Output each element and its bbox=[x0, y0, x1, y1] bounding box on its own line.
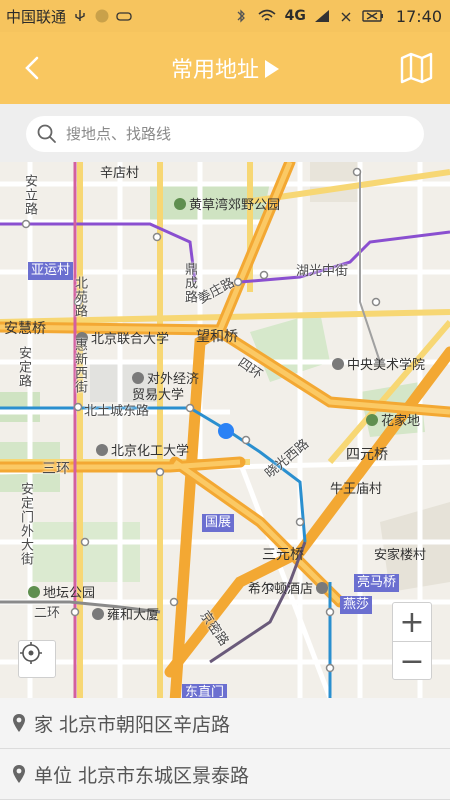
map-label: 安立路 bbox=[22, 174, 37, 216]
back-button[interactable] bbox=[14, 50, 50, 86]
poi-icon bbox=[316, 582, 329, 594]
map-label: 湖光中街 bbox=[296, 264, 349, 279]
poi-icon bbox=[92, 608, 104, 620]
poi-icon bbox=[132, 372, 144, 384]
search-bar bbox=[0, 104, 450, 162]
poi-icon bbox=[96, 444, 108, 456]
page-title[interactable]: 常用地址 bbox=[171, 52, 279, 84]
locate-button[interactable] bbox=[18, 640, 56, 678]
current-location-dot bbox=[218, 423, 234, 439]
station-label: 东直门 bbox=[182, 684, 228, 698]
map-label: 北土城东路 bbox=[84, 404, 150, 419]
map-label: 北京联合大学 bbox=[76, 328, 169, 347]
pin-icon bbox=[13, 714, 25, 732]
search-icon bbox=[37, 124, 56, 143]
gamepad-icon bbox=[116, 12, 132, 21]
search-box[interactable] bbox=[26, 116, 424, 152]
map-label: 鼎成路 bbox=[182, 262, 197, 304]
page-title-text: 常用地址 bbox=[170, 58, 259, 83]
map-button[interactable] bbox=[400, 52, 434, 84]
status-left: 中国联通 bbox=[6, 0, 132, 32]
map-label: 二环 bbox=[34, 606, 61, 621]
map-label: 辛店村 bbox=[100, 166, 140, 181]
map-label: 安定门外大街 bbox=[18, 482, 33, 566]
status-bar: 中国联通 4G 17:40 bbox=[0, 0, 450, 32]
map-label: 花家地 bbox=[366, 410, 420, 429]
triangle-right-icon bbox=[265, 59, 279, 78]
park-icon bbox=[174, 198, 186, 210]
wifi-icon bbox=[258, 9, 276, 21]
map-label: 中央美术学院 bbox=[332, 354, 425, 373]
clock: 17:40 bbox=[395, 6, 442, 26]
park-icon bbox=[28, 586, 40, 598]
app-notification-icon bbox=[95, 9, 109, 23]
map-label: 雍和大厦 bbox=[92, 604, 159, 623]
chevron-left-icon bbox=[25, 56, 39, 80]
poi-icon bbox=[332, 358, 344, 370]
signal-x-icon bbox=[341, 12, 351, 22]
map-label: 望和桥 bbox=[196, 329, 238, 345]
station-label: 国展 bbox=[202, 514, 235, 532]
map-label: 安定路 bbox=[16, 346, 31, 388]
station-label: 亚运村 bbox=[28, 262, 74, 280]
header-bar: 常用地址 bbox=[0, 32, 450, 104]
address-item-work[interactable]: 单位 北京市东城区景泰路 bbox=[0, 749, 450, 800]
map-label: 北京化工大学 bbox=[96, 440, 189, 459]
search-input[interactable] bbox=[66, 125, 386, 143]
map-label: 惠新西街 bbox=[72, 338, 87, 394]
status-right: 4G 17:40 bbox=[233, 0, 442, 32]
network-label: 4G bbox=[284, 8, 306, 24]
zoom-control: + − bbox=[392, 602, 432, 680]
map-label: 安慧桥 bbox=[4, 321, 46, 337]
map-label: 安家楼村 bbox=[374, 548, 427, 563]
pin-icon bbox=[13, 765, 25, 783]
park-icon bbox=[366, 414, 378, 426]
map-label: 三元桥 bbox=[262, 547, 304, 563]
signal-icon bbox=[314, 10, 329, 22]
address-item-home[interactable]: 家 北京市朝阳区辛店路 bbox=[0, 698, 450, 749]
zoom-in-button[interactable]: + bbox=[393, 603, 431, 641]
station-label: 燕莎 bbox=[340, 596, 373, 614]
address-label: 家 北京市朝阳区辛店路 bbox=[34, 713, 231, 736]
address-list: 家 北京市朝阳区辛店路 单位 北京市东城区景泰路 bbox=[0, 698, 450, 800]
map-label: 牛王庙村 bbox=[330, 482, 383, 497]
map-view[interactable]: 辛店村 黄草湾郊野公园 安立路 亚运村 北苑路 鼎成路 姜庄路 湖光中街 安慧桥… bbox=[0, 162, 450, 698]
map-label: 地坛公园 bbox=[28, 582, 95, 601]
map-label: 希尔顿酒店 bbox=[248, 578, 331, 597]
zoom-out-button[interactable]: − bbox=[393, 642, 431, 680]
usb-icon bbox=[75, 10, 85, 21]
bluetooth-icon bbox=[237, 9, 245, 23]
map-label: 黄草湾郊野公园 bbox=[174, 194, 280, 213]
map-label: 四元桥 bbox=[346, 447, 388, 463]
locate-icon bbox=[20, 642, 42, 664]
carrier-label: 中国联通 bbox=[6, 7, 67, 26]
map-label: 北苑路 bbox=[72, 276, 87, 318]
station-label: 亮马桥 bbox=[354, 574, 400, 592]
map-label: 三环 bbox=[42, 461, 70, 477]
map-canvas bbox=[0, 162, 450, 698]
address-label: 单位 北京市东城区景泰路 bbox=[34, 764, 250, 787]
battery-icon bbox=[362, 10, 383, 22]
